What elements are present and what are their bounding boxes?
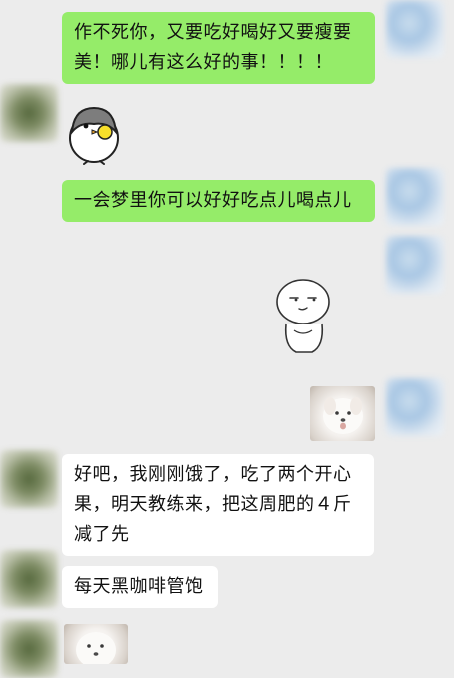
avatar-friend[interactable]	[0, 84, 58, 142]
smirking-bun-sticker-icon[interactable]	[272, 276, 334, 358]
dog-photo-message[interactable]	[64, 624, 128, 664]
avatar-friend[interactable]	[0, 620, 58, 678]
outgoing-message-bubble[interactable]: 作不死你，又要吃好喝好又要瘦要美！哪儿有这么好的事！！！！	[62, 12, 375, 84]
white-dog-photo-icon	[76, 632, 116, 664]
avatar-self[interactable]	[386, 236, 444, 294]
avatar-self[interactable]	[386, 378, 444, 436]
avatar-self[interactable]	[386, 168, 444, 226]
dog-photo-message[interactable]	[310, 386, 375, 441]
message-text: 一会梦里你可以好好吃点儿喝点儿	[74, 190, 352, 211]
white-dog-photo-icon	[323, 397, 363, 434]
avatar-friend[interactable]	[0, 450, 58, 508]
outgoing-message-bubble[interactable]: 一会梦里你可以好好吃点儿喝点儿	[62, 180, 375, 222]
avatar-friend[interactable]	[0, 550, 58, 608]
penguin-sticker-icon[interactable]	[64, 100, 124, 166]
message-text: 作不死你，又要吃好喝好又要瘦要美！哪儿有这么好的事！！！！	[74, 22, 352, 73]
incoming-message-bubble[interactable]: 好吧，我刚刚饿了，吃了两个开心果，明天教练来，把这周肥的４斤减了先	[62, 454, 374, 556]
incoming-message-bubble[interactable]: 每天黑咖啡管饱	[62, 566, 218, 608]
avatar-self[interactable]	[386, 0, 444, 58]
message-text: 每天黑咖啡管饱	[74, 576, 204, 597]
message-text: 好吧，我刚刚饿了，吃了两个开心果，明天教练来，把这周肥的４斤减了先	[74, 464, 352, 545]
